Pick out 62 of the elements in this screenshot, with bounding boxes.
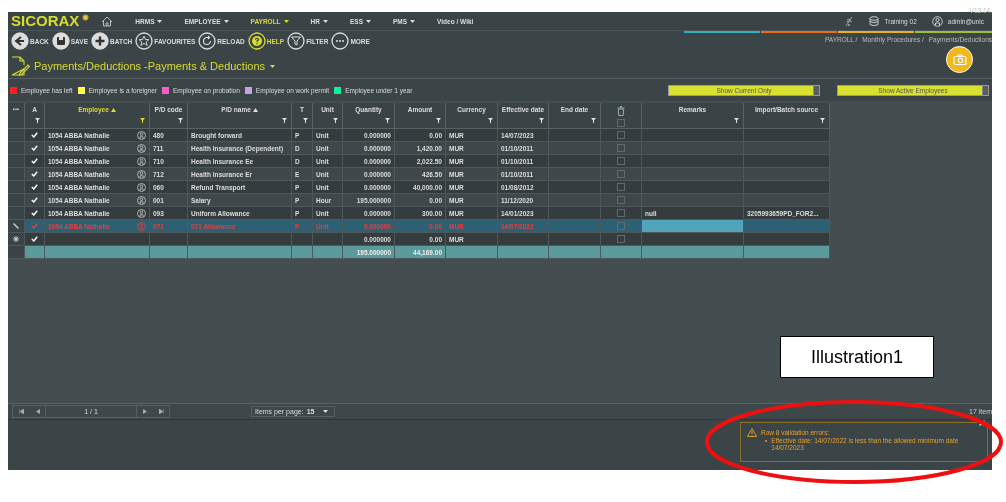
caret-icon [323, 19, 328, 23]
filter-icon [287, 32, 306, 50]
help-icon [247, 32, 266, 50]
checkbox[interactable] [617, 235, 625, 243]
user-icon [931, 15, 943, 27]
checkbox[interactable] [617, 196, 625, 204]
toggle-knob[interactable] [813, 85, 819, 95]
person-icon [137, 156, 146, 166]
person-icon [137, 182, 146, 192]
table-cell [150, 246, 188, 259]
person-icon [137, 169, 146, 179]
database-icon [869, 15, 880, 27]
annotation-label: Illustration1 [780, 336, 934, 378]
table-cell [313, 246, 343, 259]
more-icon [331, 32, 350, 50]
checkbox[interactable] [617, 119, 625, 127]
warning-icon [747, 428, 757, 437]
page-title[interactable]: Payments/Deductions -Payments & Deductions [34, 60, 276, 72]
caret-icon [223, 19, 229, 23]
camera-icon [952, 54, 967, 65]
trash-icon [617, 106, 625, 116]
checkbox[interactable] [617, 131, 625, 139]
caret-icon [283, 19, 289, 23]
checkbox[interactable] [617, 222, 625, 230]
table-cell [549, 246, 601, 259]
triangle-icon [142, 409, 148, 414]
toggle-knob[interactable] [982, 85, 988, 95]
caret-icon [323, 410, 329, 413]
camera-button[interactable] [946, 46, 973, 73]
person-icon [137, 195, 146, 205]
checkbox[interactable] [617, 144, 625, 152]
person-icon [137, 130, 146, 140]
plus-icon [91, 32, 109, 50]
caret-icon [410, 19, 416, 23]
checkbox[interactable] [617, 157, 625, 165]
table-cell [446, 246, 498, 259]
triangle-icon [18, 409, 24, 414]
no-signal-icon [844, 15, 855, 27]
app-logo: SICORAX [11, 13, 80, 29]
caret-icon [366, 19, 371, 23]
person-icon [137, 221, 146, 231]
close-icon[interactable] [979, 420, 985, 426]
home-icon[interactable] [101, 15, 114, 27]
checkbox[interactable] [617, 209, 625, 217]
table-cell [498, 246, 549, 259]
reload-icon [198, 32, 217, 50]
triangle-icon [158, 409, 164, 414]
document-edit-icon [10, 56, 30, 76]
asterisk-icon [13, 236, 19, 242]
floppy-icon [51, 32, 70, 50]
person-icon [137, 208, 146, 218]
table-cell [292, 246, 313, 259]
column-header[interactable] [601, 103, 642, 129]
checkbox[interactable] [617, 170, 625, 178]
caret-icon [157, 19, 163, 23]
checkbox[interactable] [617, 183, 625, 191]
checkbox[interactable] [31, 222, 38, 230]
pencil-icon [13, 223, 19, 229]
caret-icon [270, 64, 276, 68]
person-icon [137, 143, 146, 153]
triangle-icon [34, 409, 40, 414]
registered-icon [82, 14, 90, 21]
